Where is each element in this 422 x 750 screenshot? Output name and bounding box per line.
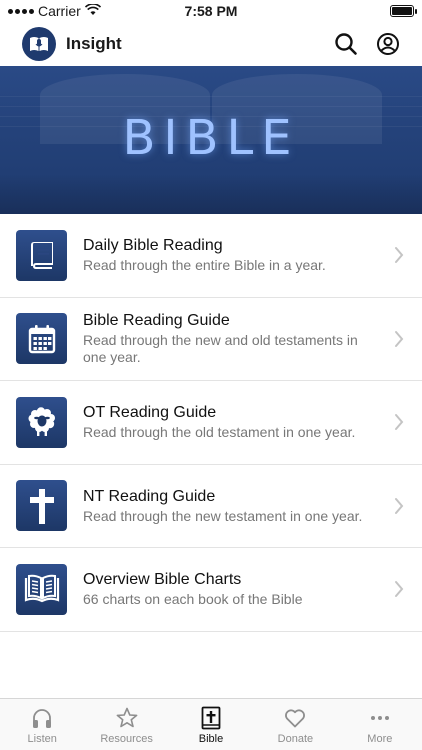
app-header: Insight xyxy=(0,22,422,66)
list-item-subtitle: Read through the old testament in one ye… xyxy=(83,424,356,441)
tab-bible[interactable]: Bible xyxy=(169,699,253,750)
bible-cross-icon xyxy=(200,705,222,731)
list-item-title: OT Reading Guide xyxy=(83,404,217,422)
hero-shade xyxy=(0,174,422,214)
list-item-daily-bible-reading[interactable]: Daily Bible Reading Read through the ent… xyxy=(0,214,422,298)
chevron-right-icon xyxy=(384,580,414,598)
tab-label: Bible xyxy=(198,732,224,745)
battery-icon xyxy=(390,5,417,17)
tab-label: More xyxy=(367,732,393,745)
list-item-text: OT Reading Guide Read through the old te… xyxy=(83,403,384,441)
list-item-text: Overview Bible Charts 66 charts on each … xyxy=(83,570,384,608)
search-icon xyxy=(335,33,357,55)
cross-icon xyxy=(16,480,67,532)
chevron-right-icon xyxy=(384,413,414,431)
status-bar: Carrier 7:58 PM xyxy=(0,0,422,22)
hero-title: BIBLE xyxy=(122,110,300,166)
battery-fill xyxy=(392,7,412,15)
status-time: 7:58 PM xyxy=(184,3,238,19)
app-title: Insight xyxy=(66,34,122,53)
calendar-icon xyxy=(16,313,67,365)
tab-bar: Listen Resources Bible Donate More xyxy=(0,698,422,750)
tab-listen[interactable]: Listen xyxy=(0,699,84,750)
list-item-subtitle: Read through the entire Bible in a year. xyxy=(83,257,326,274)
account-button[interactable] xyxy=(372,28,404,60)
chevron-right-icon xyxy=(384,497,414,515)
bible-hero-banner: BIBLE xyxy=(0,66,422,214)
signal-icon xyxy=(8,8,34,14)
insight-logo-icon[interactable] xyxy=(22,27,56,61)
carrier-label: Carrier xyxy=(38,3,81,19)
tab-more[interactable]: More xyxy=(338,699,422,750)
list-item-title: NT Reading Guide xyxy=(83,487,216,505)
list-item-subtitle: 66 charts on each book of the Bible xyxy=(83,591,303,608)
tab-label: Donate xyxy=(277,732,314,745)
tab-label: Listen xyxy=(27,732,57,745)
status-right xyxy=(274,5,417,17)
list-item-ot-reading-guide[interactable]: OT Reading Guide Read through the old te… xyxy=(0,381,422,465)
headphones-icon xyxy=(30,705,54,731)
search-button[interactable] xyxy=(330,28,362,60)
open-book-icon xyxy=(16,563,67,615)
list-item-title: Daily Bible Reading xyxy=(83,237,223,255)
chevron-right-icon xyxy=(384,330,414,348)
star-icon xyxy=(115,705,139,731)
status-left: Carrier xyxy=(8,3,148,19)
more-dots-icon xyxy=(368,705,392,731)
list-item-overview-bible-charts[interactable]: Overview Bible Charts 66 charts on each … xyxy=(0,548,422,632)
list-item-text: Daily Bible Reading Read through the ent… xyxy=(83,236,384,274)
list-item-bible-reading-guide[interactable]: Bible Reading Guide Read through the new… xyxy=(0,298,422,381)
list-item-text: Bible Reading Guide Read through the new… xyxy=(83,311,384,366)
tab-donate[interactable]: Donate xyxy=(253,699,337,750)
list-item-subtitle: Read through the new and old testaments … xyxy=(83,332,358,366)
list-item-title: Overview Bible Charts xyxy=(83,571,242,589)
lamb-icon xyxy=(16,396,67,448)
account-icon xyxy=(377,33,399,55)
wifi-icon xyxy=(84,3,101,19)
heart-icon xyxy=(283,705,307,731)
list-item-title: Bible Reading Guide xyxy=(83,312,230,330)
list-item-nt-reading-guide[interactable]: NT Reading Guide Read through the new te… xyxy=(0,465,422,548)
tab-resources[interactable]: Resources xyxy=(84,699,168,750)
chevron-right-icon xyxy=(384,246,414,264)
tab-label: Resources xyxy=(100,732,153,745)
list-item-subtitle: Read through the new testament in one ye… xyxy=(83,507,363,524)
bible-book-icon xyxy=(16,229,67,281)
list-item-text: NT Reading Guide Read through the new te… xyxy=(83,487,384,525)
reading-plan-list: Daily Bible Reading Read through the ent… xyxy=(0,214,422,632)
